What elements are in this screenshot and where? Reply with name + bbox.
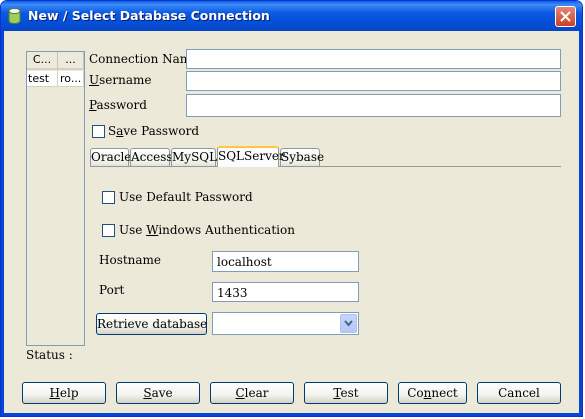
column-header-name[interactable]: C... bbox=[27, 52, 58, 70]
close-button[interactable] bbox=[555, 6, 576, 27]
test-button[interactable]: Test bbox=[304, 382, 388, 404]
use-windows-auth-label[interactable]: Use Windows Authentication bbox=[119, 223, 295, 237]
tab-sybase[interactable]: Sybase bbox=[280, 148, 324, 166]
connection-list[interactable]: C... ... test ro... bbox=[26, 51, 85, 346]
dialog-window: New / Select Database Connection C... ..… bbox=[0, 0, 583, 417]
clear-button[interactable]: Clear bbox=[210, 382, 294, 404]
column-header-type[interactable]: ... bbox=[58, 52, 84, 70]
connect-button[interactable]: Connect bbox=[398, 382, 467, 404]
use-windows-auth-checkbox[interactable] bbox=[102, 224, 115, 237]
connection-cell-name[interactable]: test bbox=[27, 71, 58, 87]
connection-name-label: Connection Name bbox=[89, 52, 199, 66]
chevron-down-icon bbox=[344, 320, 353, 327]
help-button[interactable]: Help bbox=[22, 382, 106, 404]
title-bar[interactable]: New / Select Database Connection bbox=[1, 1, 582, 31]
status-label: Status : bbox=[26, 348, 73, 362]
cancel-button[interactable]: Cancel bbox=[477, 382, 561, 404]
close-icon bbox=[560, 11, 571, 22]
port-label: Port bbox=[99, 283, 125, 297]
window-border-left bbox=[1, 31, 4, 416]
hostname-label: Hostname bbox=[99, 253, 162, 267]
use-default-password-checkbox[interactable] bbox=[102, 191, 115, 204]
tab-panel-border bbox=[90, 166, 561, 167]
username-label: Username bbox=[89, 73, 152, 87]
use-default-password-label[interactable]: Use Default Password bbox=[119, 190, 253, 204]
tab-sqlserver[interactable]: SQLServer bbox=[217, 146, 285, 167]
tab-oracle[interactable]: Oracle bbox=[90, 148, 131, 166]
save-password-checkbox[interactable] bbox=[92, 125, 105, 138]
connection-cell-type[interactable]: ro... bbox=[58, 71, 84, 87]
window-border-bottom bbox=[1, 413, 582, 416]
database-select-dropdown-button[interactable] bbox=[340, 314, 357, 333]
database-icon bbox=[8, 8, 21, 24]
username-field[interactable] bbox=[186, 71, 561, 91]
window-border-right bbox=[579, 31, 582, 416]
save-button[interactable]: Save bbox=[116, 382, 200, 404]
password-label: Password bbox=[89, 98, 147, 112]
connection-name-field[interactable] bbox=[186, 49, 561, 69]
window-title: New / Select Database Connection bbox=[28, 8, 270, 23]
port-field[interactable]: 1433 bbox=[212, 282, 359, 302]
retrieve-database-button[interactable]: Retrieve database bbox=[96, 313, 207, 335]
tab-access[interactable]: Access bbox=[130, 148, 173, 166]
hostname-field[interactable]: localhost bbox=[212, 251, 359, 272]
database-select[interactable] bbox=[212, 312, 359, 335]
password-field[interactable] bbox=[186, 94, 561, 117]
tab-mysql[interactable]: MySQL bbox=[171, 148, 217, 166]
save-password-label[interactable]: Save Password bbox=[108, 124, 199, 138]
